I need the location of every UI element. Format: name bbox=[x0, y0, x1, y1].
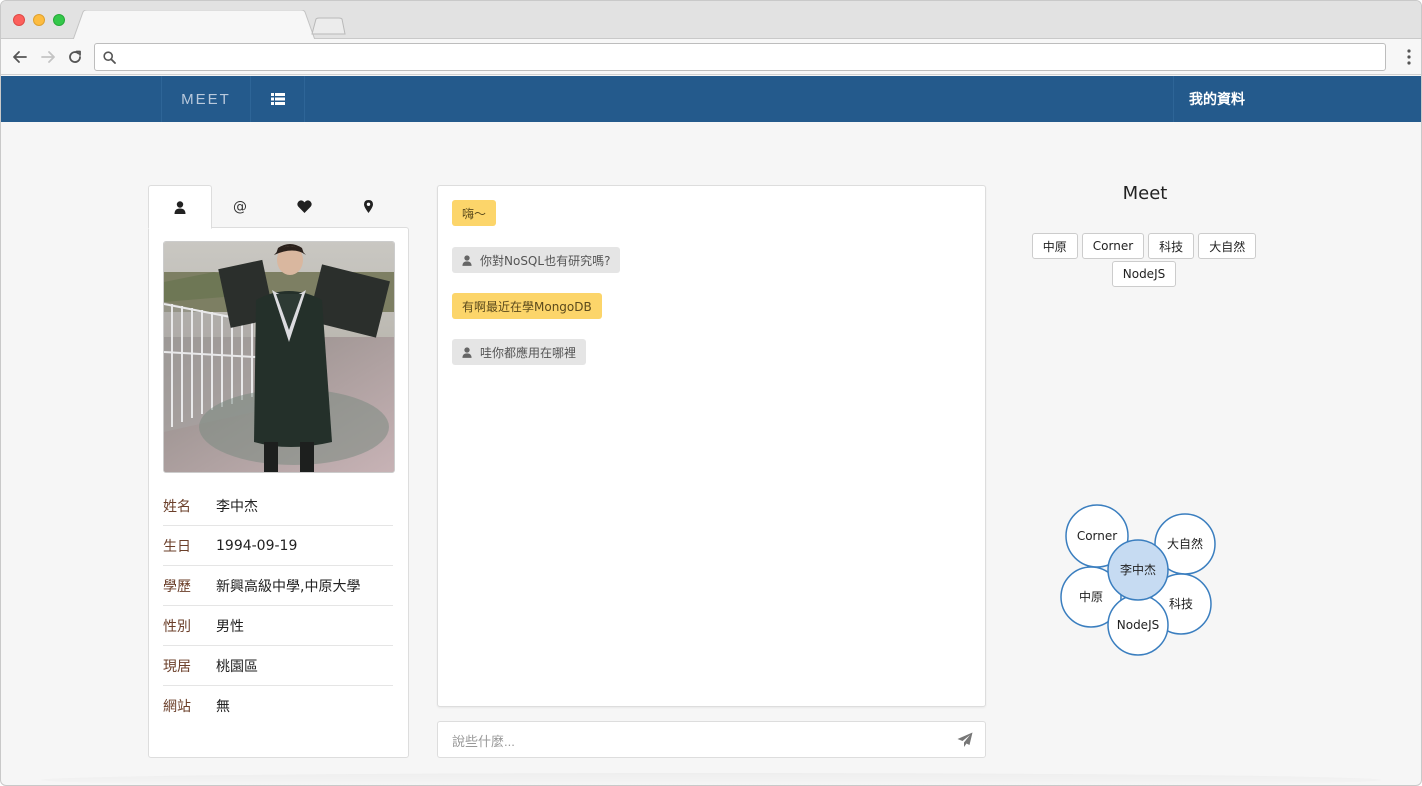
browser-tabbar bbox=[1, 1, 1421, 40]
arrow-left-icon bbox=[13, 51, 27, 63]
app-navbar: MEET 我的資料 bbox=[1, 76, 1421, 122]
bubble-center-node[interactable]: 李中杰 bbox=[1107, 539, 1169, 601]
message-text: 有啊最近在學MongoDB bbox=[462, 299, 592, 314]
profile-panel: 姓名 李中杰 生日 1994-09-19 學歷 新興高級中學,中原大學 性別 男… bbox=[148, 227, 409, 758]
user-icon bbox=[462, 254, 472, 266]
tag-button[interactable]: 科技 bbox=[1148, 233, 1195, 259]
chat-message-mine: 有啊最近在學MongoDB bbox=[452, 293, 602, 319]
tab-contact[interactable]: @ bbox=[208, 185, 272, 228]
info-label: 姓名 bbox=[163, 498, 191, 515]
more-options-icon[interactable] bbox=[1407, 49, 1411, 65]
info-value: 桃園區 bbox=[216, 658, 258, 675]
close-window-button[interactable] bbox=[13, 14, 25, 26]
back-button[interactable] bbox=[9, 46, 31, 68]
browser-tab[interactable] bbox=[73, 10, 317, 40]
send-icon[interactable] bbox=[957, 732, 973, 748]
bubble-label: Corner bbox=[1077, 529, 1117, 543]
info-row-birthday: 生日 1994-09-19 bbox=[163, 526, 393, 566]
brand-logo[interactable]: MEET bbox=[161, 76, 251, 122]
info-label: 學歷 bbox=[163, 578, 191, 595]
info-row-residence: 現居 桃園區 bbox=[163, 646, 393, 686]
browser-window: MEET 我的資料 @ 姓名 李中杰 生日 1994-09-19 學歷 新興高級… bbox=[0, 0, 1422, 786]
address-bar[interactable] bbox=[94, 43, 1386, 71]
info-value: 男性 bbox=[216, 618, 244, 635]
info-label: 性別 bbox=[163, 618, 191, 635]
browser-toolbar bbox=[1, 39, 1421, 75]
info-label: 現居 bbox=[163, 658, 191, 675]
info-value: 新興高級中學,中原大學 bbox=[216, 578, 361, 595]
search-icon bbox=[103, 51, 116, 64]
user-icon bbox=[462, 346, 472, 358]
new-tab-button[interactable] bbox=[311, 17, 347, 35]
bubble-node[interactable]: NodeJS bbox=[1107, 594, 1169, 656]
tag-button[interactable]: 中原 bbox=[1031, 233, 1078, 259]
my-profile-link[interactable]: 我的資料 bbox=[1173, 76, 1421, 122]
chat-message-other: 你對NoSQL也有研究嗎? bbox=[452, 247, 621, 273]
reload-icon bbox=[69, 50, 81, 63]
chat-message-mine: 嗨～ bbox=[452, 200, 497, 226]
user-icon bbox=[174, 200, 186, 214]
bubble-label: NodeJS bbox=[1117, 618, 1159, 632]
chat-message-other: 哇你都應用在哪裡 bbox=[452, 339, 587, 365]
meet-title: Meet bbox=[1122, 183, 1168, 204]
heart-icon bbox=[296, 200, 312, 213]
maximize-window-button[interactable] bbox=[53, 14, 65, 26]
reload-button[interactable] bbox=[64, 46, 86, 68]
chat-panel: 嗨～ 你對NoSQL也有研究嗎? 有啊最近在學MongoDB 哇你都應用在哪裡 bbox=[437, 185, 986, 707]
interest-tags: 中原 Corner 科技 大自然 NodeJS bbox=[1031, 233, 1257, 287]
bubble-label: 大自然 bbox=[1167, 536, 1203, 551]
page-footer-shadow bbox=[41, 773, 1381, 785]
info-row-name: 姓名 李中杰 bbox=[163, 486, 393, 526]
forward-button[interactable] bbox=[37, 46, 59, 68]
tag-button[interactable]: Corner bbox=[1081, 233, 1145, 259]
bubble-label: 李中杰 bbox=[1120, 562, 1156, 577]
info-row-education: 學歷 新興高級中學,中原大學 bbox=[163, 566, 393, 606]
at-icon: @ bbox=[233, 198, 247, 215]
arrow-right-icon bbox=[41, 51, 55, 63]
list-menu-button[interactable] bbox=[251, 76, 305, 122]
minimize-window-button[interactable] bbox=[33, 14, 45, 26]
message-text: 哇你都應用在哪裡 bbox=[480, 345, 577, 360]
address-input[interactable] bbox=[123, 47, 1373, 67]
tab-favorites[interactable] bbox=[272, 185, 336, 228]
bubble-label: 科技 bbox=[1169, 597, 1193, 611]
info-label: 生日 bbox=[163, 538, 191, 555]
info-value: 1994-09-19 bbox=[216, 537, 298, 554]
info-row-gender: 性別 男性 bbox=[163, 606, 393, 646]
info-value: 無 bbox=[216, 699, 230, 715]
profile-tabs: @ bbox=[148, 185, 409, 229]
list-icon bbox=[270, 93, 285, 105]
info-value: 李中杰 bbox=[216, 498, 258, 515]
chat-input-box bbox=[437, 721, 986, 758]
interest-bubble-graph: Corner 大自然 中原 科技 NodeJS 李中杰 bbox=[1060, 504, 1216, 656]
tag-button[interactable]: 大自然 bbox=[1198, 233, 1257, 259]
chat-message-input[interactable] bbox=[452, 731, 932, 751]
bubble-label: 中原 bbox=[1079, 589, 1103, 604]
profile-photo bbox=[163, 241, 395, 473]
map-marker-icon bbox=[363, 200, 373, 213]
info-row-website: 網站 無 bbox=[163, 686, 393, 726]
tab-profile[interactable] bbox=[148, 185, 212, 229]
message-text: 嗨～ bbox=[462, 206, 487, 221]
info-label: 網站 bbox=[163, 699, 191, 715]
tab-location[interactable] bbox=[336, 185, 400, 228]
tag-button[interactable]: NodeJS bbox=[1111, 261, 1177, 287]
message-text: 你對NoSQL也有研究嗎? bbox=[480, 253, 611, 268]
